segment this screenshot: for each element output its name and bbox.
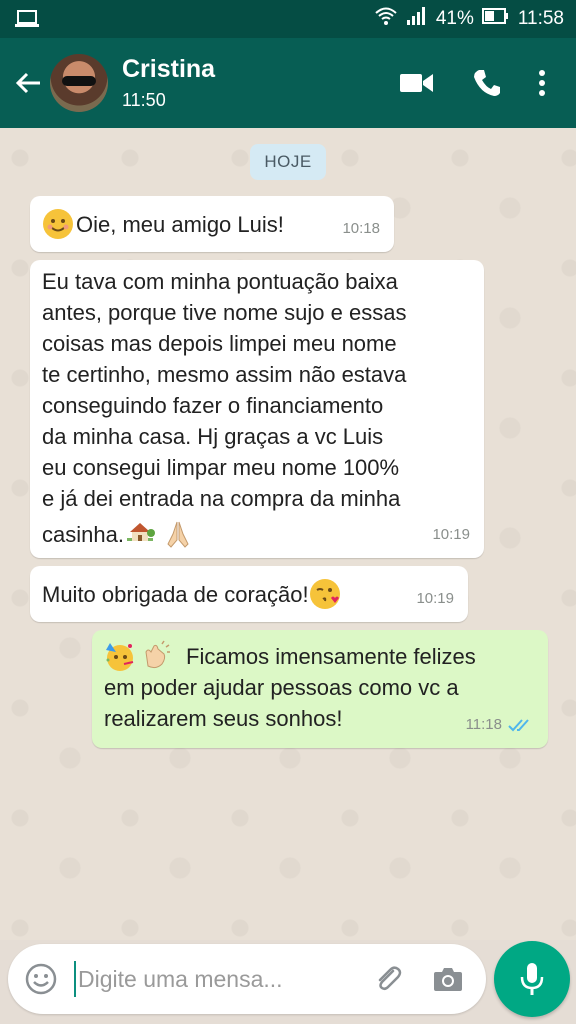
date-chip: HOJE [250, 144, 326, 180]
message-bubble-outgoing[interactable]: Ficamos imensamente felizes em poder aju… [92, 630, 548, 748]
chat-area[interactable]: HOJE Oie, meu amigo Luis! 10:18 Eu tava … [0, 128, 576, 940]
face-blowing-kiss-emoji-icon [309, 579, 340, 609]
message-line: te certinho, mesmo assim não estava [42, 362, 407, 387]
message-line: casinha. [42, 521, 124, 547]
camera-icon[interactable] [418, 944, 478, 1014]
status-time: 11:58 [517, 8, 564, 29]
more-options-icon[interactable] [522, 58, 562, 108]
microphone-button[interactable] [494, 941, 570, 1017]
message-time: 10:19 [432, 526, 470, 543]
message-bubble-incoming[interactable]: Muito obrigada de coração! 10:19 [30, 566, 468, 622]
message-text: Muito obrigada de coração! [42, 581, 309, 607]
message-line: coisas mas depois limpei meu nome [42, 331, 397, 356]
clapping-hands-emoji-icon [145, 640, 170, 669]
wifi-icon [374, 6, 398, 32]
message-time: 10:19 [416, 590, 454, 607]
double-check-read-icon [508, 718, 529, 731]
status-bar: 41% 11:58 [0, 0, 576, 38]
message-input[interactable] [78, 965, 358, 993]
house-emoji-icon [126, 523, 155, 541]
message-bubble-incoming[interactable]: Eu tava com minha pontuação baixa antes,… [30, 260, 484, 558]
contact-name: Cristina [122, 55, 216, 83]
contact-info[interactable]: Cristina 11:50 [122, 54, 382, 112]
message-line: e já dei entrada na compra da minha [42, 486, 401, 511]
video-call-icon[interactable] [382, 58, 452, 108]
contact-last-seen: 11:50 [122, 90, 166, 110]
signal-icon [406, 6, 428, 32]
message-text: Oie, meu amigo Luis! [76, 211, 284, 237]
text-cursor [74, 961, 76, 997]
back-arrow-icon[interactable] [6, 61, 50, 105]
battery-icon [481, 7, 510, 31]
message-time: 11:18 [465, 716, 502, 733]
message-line: Eu tava com minha pontuação baixa [42, 269, 398, 294]
message-bubble-incoming[interactable]: Oie, meu amigo Luis! 10:18 [30, 196, 394, 252]
emoji-icon[interactable] [8, 944, 74, 1014]
message-line: eu consegui limpar meu nome 100% [42, 455, 400, 480]
message-line: da minha casa. Hj graças a vc Luis [42, 424, 384, 449]
phone-icon[interactable] [452, 58, 522, 108]
message-composer [8, 944, 486, 1014]
message-line: em poder ajudar pessoas como vc a [104, 675, 459, 700]
partying-face-emoji-icon [106, 643, 134, 671]
message-line: conseguindo fazer o financiamento [42, 393, 384, 418]
message-line: Ficamos imensamente felizes [186, 643, 476, 669]
smiling-face-emoji-icon [43, 209, 73, 239]
battery-percent: 41% [435, 8, 474, 29]
attachment-icon[interactable] [358, 944, 418, 1014]
laptop-icon [14, 9, 40, 29]
message-time: 10:18 [342, 220, 380, 237]
praying-hands-emoji-icon [167, 521, 189, 548]
microphone-icon [520, 963, 544, 995]
chat-header: Cristina 11:50 [0, 38, 576, 128]
avatar[interactable] [50, 54, 108, 112]
message-line: antes, porque tive nome sujo e essas [42, 300, 407, 325]
